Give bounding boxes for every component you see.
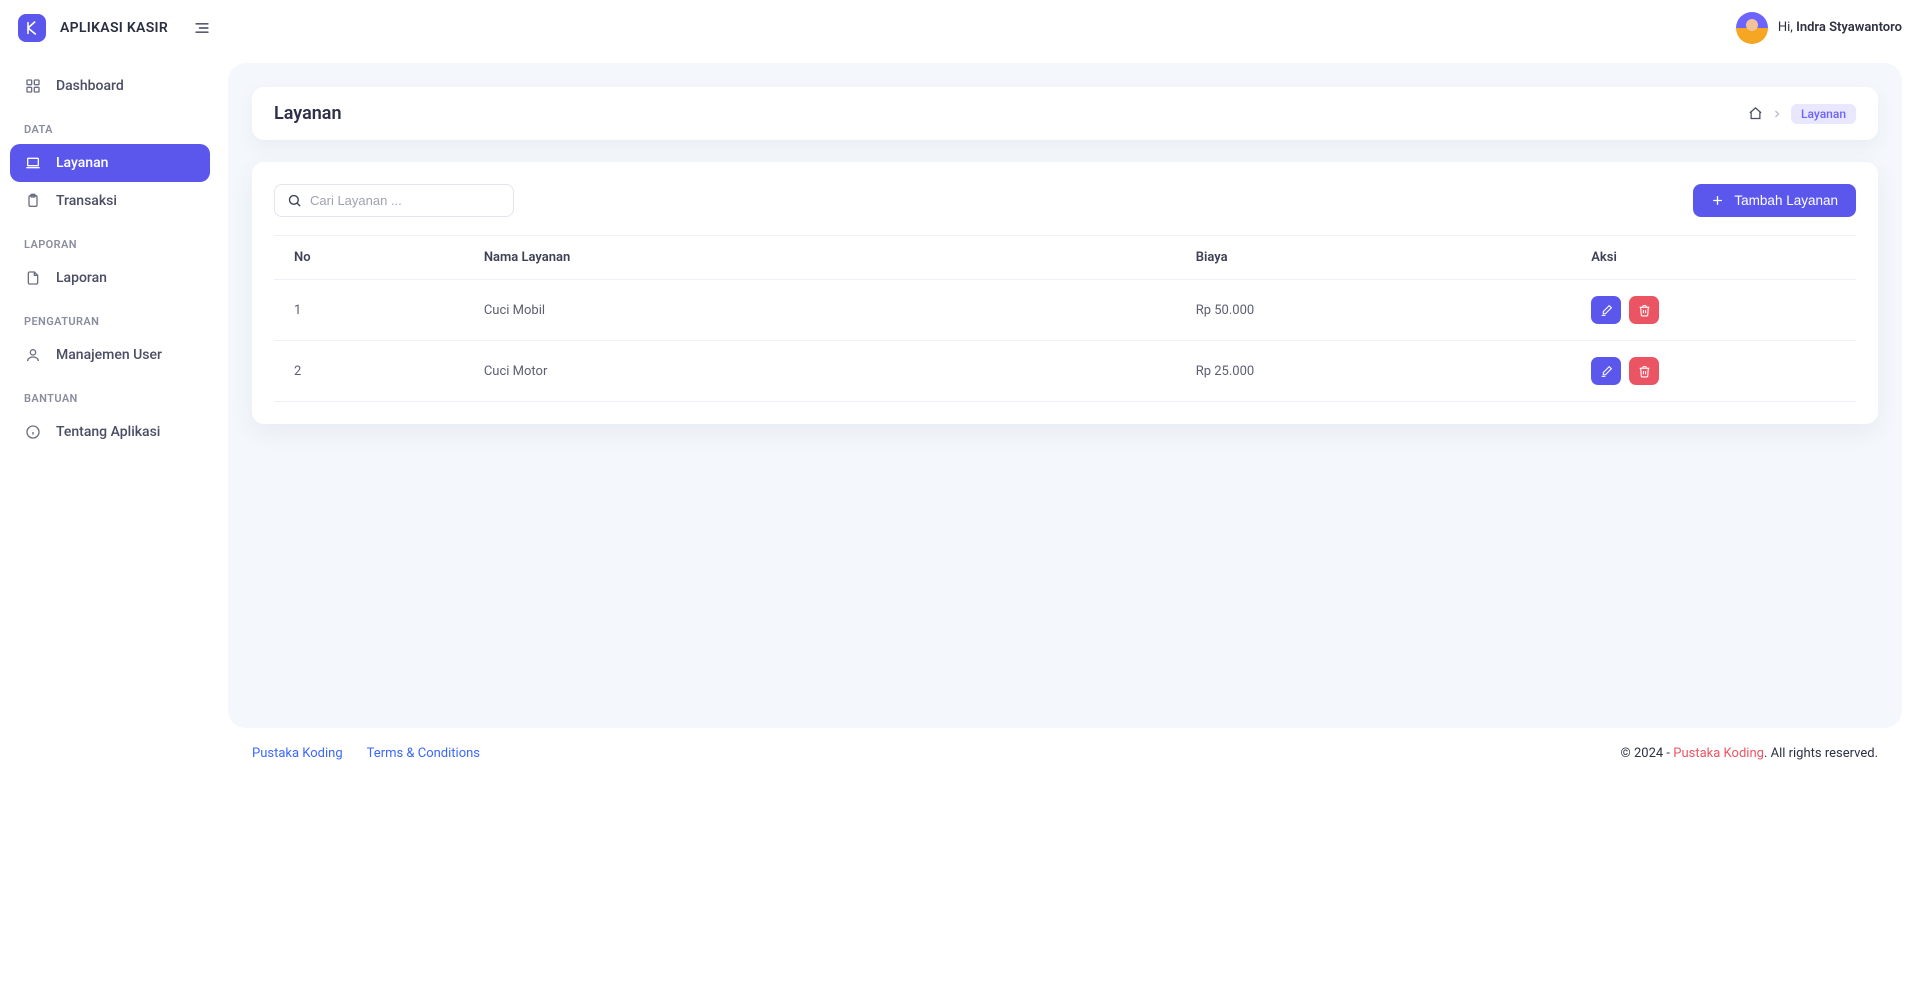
home-icon[interactable] xyxy=(1748,106,1763,121)
delete-button[interactable] xyxy=(1629,357,1659,385)
search-icon xyxy=(287,193,302,208)
avatar xyxy=(1736,12,1768,44)
footer-copyright: © 2024 - Pustaka Koding. All rights rese… xyxy=(1621,746,1878,761)
breadcrumb-current: Layanan xyxy=(1791,104,1856,124)
footer-link-terms[interactable]: Terms & Conditions xyxy=(367,746,480,761)
edit-button[interactable] xyxy=(1591,357,1621,385)
cell-nama: Cuci Mobil xyxy=(464,280,1176,341)
col-nama: Nama Layanan xyxy=(464,236,1176,280)
user-menu[interactable]: Hi, Indra Styawantoro xyxy=(1736,12,1902,44)
sidebar-item-layanan[interactable]: Layanan xyxy=(10,144,210,182)
sidebar-item-label: Transaksi xyxy=(56,193,117,209)
clipboard-icon xyxy=(24,192,42,210)
cell-no: 1 xyxy=(274,280,464,341)
page-title: Layanan xyxy=(274,103,342,124)
page-header: Layanan Layanan xyxy=(252,87,1878,140)
sidebar-item-laporan[interactable]: Laporan xyxy=(10,259,210,297)
sidebar-item-label: Laporan xyxy=(56,270,107,286)
trash-icon xyxy=(1638,365,1651,378)
sidebar-item-label: Dashboard xyxy=(56,78,124,94)
edit-button[interactable] xyxy=(1591,296,1621,324)
laptop-icon xyxy=(24,154,42,172)
sidebar-item-label: Manajemen User xyxy=(56,347,162,363)
col-biaya: Biaya xyxy=(1176,236,1572,280)
sidebar: Dashboard DATA Layanan Transaksi LAPORAN xyxy=(0,55,220,987)
grid-icon xyxy=(24,77,42,95)
col-no: No xyxy=(274,236,464,280)
sidebar-item-manajemen-user[interactable]: Manajemen User xyxy=(10,336,210,374)
cell-biaya: Rp 50.000 xyxy=(1176,280,1572,341)
app-name: APLIKASI KASIR xyxy=(60,20,168,36)
info-icon xyxy=(24,423,42,441)
search-box[interactable] xyxy=(274,184,514,217)
greeting: Hi, Indra Styawantoro xyxy=(1778,20,1902,35)
edit-icon xyxy=(1600,365,1613,378)
sidebar-item-label: Layanan xyxy=(56,155,108,171)
layanan-table: No Nama Layanan Biaya Aksi 1 Cuci Mobil … xyxy=(274,235,1856,402)
edit-icon xyxy=(1600,304,1613,317)
add-button-label: Tambah Layanan xyxy=(1734,193,1838,208)
breadcrumb: Layanan xyxy=(1748,104,1856,124)
trash-icon xyxy=(1638,304,1651,317)
cell-no: 2 xyxy=(274,341,464,402)
add243-layanan-button[interactable]: Tambah Layanan xyxy=(1693,184,1856,217)
user-icon xyxy=(24,346,42,364)
sidebar-item-dashboard[interactable]: Dashboard xyxy=(10,67,210,105)
footer: Pustaka Koding Terms & Conditions © 2024… xyxy=(228,728,1902,781)
sidebar-section-laporan: LAPORAN xyxy=(10,220,210,259)
chevron-right-icon xyxy=(1771,108,1783,120)
footer-link-pustaka[interactable]: Pustaka Koding xyxy=(252,746,343,761)
cell-biaya: Rp 25.000 xyxy=(1176,341,1572,402)
search-input[interactable] xyxy=(310,193,501,208)
sidebar-item-label: Tentang Aplikasi xyxy=(56,424,160,440)
app-logo[interactable] xyxy=(18,14,46,42)
sidebar-item-tentang[interactable]: Tentang Aplikasi xyxy=(10,413,210,451)
delete-button[interactable] xyxy=(1629,296,1659,324)
table-row: 2 Cuci Motor Rp 25.000 xyxy=(274,341,1856,402)
sidebar-section-bantuan: BANTUAN xyxy=(10,374,210,413)
cell-nama: Cuci Motor xyxy=(464,341,1176,402)
sidebar-toggle[interactable] xyxy=(192,18,212,38)
plus-icon xyxy=(1711,194,1724,207)
col-aksi: Aksi xyxy=(1571,236,1856,280)
file-icon xyxy=(24,269,42,287)
table-row: 1 Cuci Mobil Rp 50.000 xyxy=(274,280,1856,341)
sidebar-item-transaksi[interactable]: Transaksi xyxy=(10,182,210,220)
sidebar-section-pengaturan: PENGATURAN xyxy=(10,297,210,336)
sidebar-section-data: DATA xyxy=(10,105,210,144)
footer-copyright-link[interactable]: Pustaka Koding xyxy=(1673,746,1764,761)
